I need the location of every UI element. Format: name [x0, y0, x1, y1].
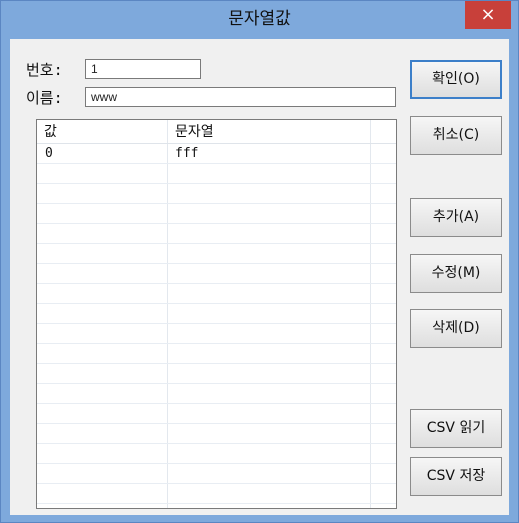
table-row [37, 284, 396, 304]
name-label: 이름: [26, 89, 63, 107]
edit-button[interactable]: 수정(M) [410, 254, 502, 293]
table-row [37, 364, 396, 384]
table-row [37, 384, 396, 404]
table-row [37, 324, 396, 344]
csv-save-button[interactable]: CSV 저장 [410, 457, 502, 496]
table-row [37, 444, 396, 464]
table-row [37, 464, 396, 484]
cell-string: fff [175, 146, 199, 161]
value-list[interactable]: 값 문자열 0 fff [36, 119, 397, 509]
window-title: 문자열값 [228, 9, 291, 29]
dialog-window: 문자열값 × 번호: 1 이름: www 값 문자열 0 fff 확인(O) 취… [0, 0, 519, 523]
column-header-value[interactable]: 값 [44, 120, 57, 144]
number-label: 번호: [26, 61, 63, 79]
list-header: 값 문자열 [37, 120, 396, 144]
table-row [37, 404, 396, 424]
delete-button[interactable]: 삭제(D) [410, 309, 502, 348]
table-row [37, 264, 396, 284]
table-row [37, 224, 396, 244]
table-row [37, 244, 396, 264]
cancel-button[interactable]: 취소(C) [410, 116, 502, 155]
dialog-body: 번호: 1 이름: www 값 문자열 0 fff 확인(O) 취소(C) 추가… [10, 39, 509, 515]
table-row [37, 304, 396, 324]
ok-button[interactable]: 확인(O) [410, 60, 502, 99]
column-header-string[interactable]: 문자열 [175, 120, 214, 144]
table-row[interactable]: 0 fff [37, 144, 396, 164]
table-row [37, 184, 396, 204]
table-row [37, 484, 396, 504]
cell-value: 0 [45, 146, 53, 161]
title-bar[interactable]: 문자열값 × [1, 1, 518, 37]
table-row [37, 424, 396, 444]
table-row [37, 164, 396, 184]
table-row [37, 344, 396, 364]
table-row [37, 204, 396, 224]
close-icon[interactable]: × [465, 1, 511, 29]
csv-read-button[interactable]: CSV 읽기 [410, 409, 502, 448]
add-button[interactable]: 추가(A) [410, 198, 502, 237]
number-field[interactable]: 1 [85, 59, 201, 79]
name-field[interactable]: www [85, 87, 396, 107]
